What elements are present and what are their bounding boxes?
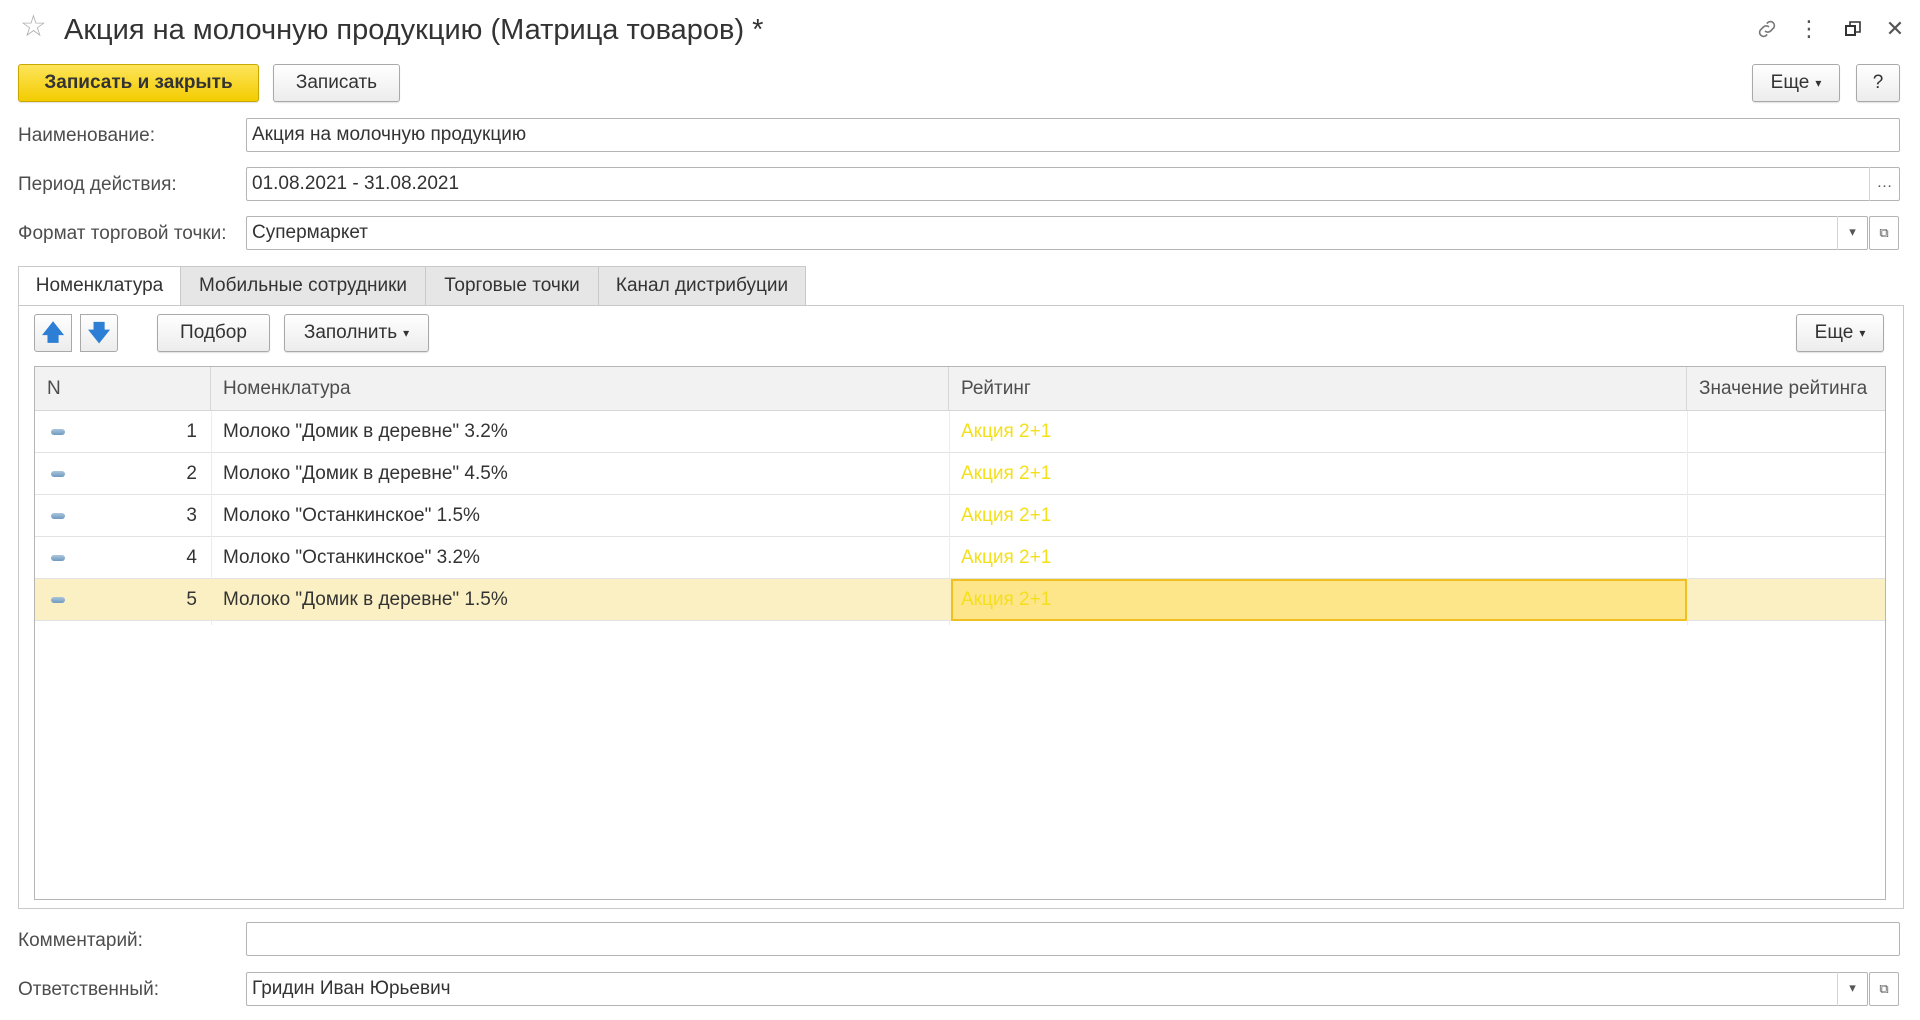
row-item-icon [51,471,65,477]
period-value: 01.08.2021 - 31.08.2021 [252,173,460,194]
table-row[interactable]: 2 Молоко "Домик в деревне" 4.5% Акция 2+… [35,453,1885,495]
name-field[interactable]: Акция на молочную продукцию [246,118,1900,152]
row-rating-value[interactable] [1699,537,1879,579]
pick-button[interactable]: Подбор [157,314,270,352]
name-label: Наименование: [18,125,155,146]
row-number: 4 [186,547,197,568]
more-vertical-icon[interactable]: ⋮ [1794,14,1824,44]
window-title: Акция на молочную продукцию (Матрица тов… [64,14,764,46]
fill-button[interactable]: Заполнить ▾ [284,314,429,352]
responsible-field[interactable]: Гридин Иван Юрьевич ▾ ⧉ [246,972,1899,1006]
open-external-icon[interactable]: ⧉ [1869,972,1899,1006]
column-divider [949,411,950,625]
row-number: 5 [186,589,197,610]
table-row[interactable]: 1 Молоко "Домик в деревне" 3.2% Акция 2+… [35,411,1885,453]
table-row[interactable]: 3 Молоко "Останкинское" 1.5% Акция 2+1 [35,495,1885,537]
row-rating-value[interactable] [1699,579,1879,621]
open-external-icon[interactable]: ⧉ [1869,216,1899,250]
column-header-rating[interactable]: Рейтинг [949,367,1687,411]
period-label: Период действия: [18,174,177,195]
row-item[interactable]: Молоко "Останкинское" 3.2% [223,537,943,579]
move-up-button[interactable]: 🡅 [34,314,72,352]
row-item[interactable]: Молоко "Домик в деревне" 3.2% [223,411,943,453]
column-header-n[interactable]: N [35,367,211,411]
row-item-icon [51,597,65,603]
link-icon[interactable] [1752,14,1782,44]
column-divider [211,411,212,625]
row-number: 2 [186,463,197,484]
chevron-down-icon: ▾ [403,326,410,340]
save-and-close-button[interactable]: Записать и закрыть [18,64,259,102]
row-rating-value[interactable] [1699,411,1879,453]
more-label: Еще [1770,72,1810,94]
format-value: Супермаркет [252,222,369,243]
row-item[interactable]: Молоко "Останкинское" 1.5% [223,495,943,537]
dropdown-arrow-icon[interactable]: ▾ [1837,216,1867,250]
tab-distribution-channel[interactable]: Канал дистрибуции [598,266,806,306]
row-rating-focused-cell[interactable]: Акция 2+1 [951,579,1687,621]
row-rating-value[interactable] [1699,495,1879,537]
table-more-button[interactable]: Еще ▾ [1796,314,1884,352]
table-row-selected[interactable]: 5 Молоко "Домик в деревне" 1.5% Акция 2+… [35,579,1885,621]
more-button[interactable]: Еще ▾ [1752,64,1840,102]
column-header-nomenclature[interactable]: Номенклатура [211,367,949,411]
row-rating-value[interactable] [1699,453,1879,495]
row-rating[interactable]: Акция 2+1 [961,453,1681,495]
row-rating[interactable]: Акция 2+1 [961,537,1681,579]
tab-outlets[interactable]: Торговые точки [425,266,599,306]
row-item-icon [51,555,65,561]
row-number: 1 [186,421,197,442]
help-button[interactable]: ? [1856,64,1900,102]
nomenclature-table[interactable]: N Номенклатура Рейтинг Значение рейтинга… [34,366,1886,900]
row-item[interactable]: Молоко "Домик в деревне" 1.5% [223,579,943,621]
responsible-value: Гридин Иван Юрьевич [252,978,451,999]
move-down-button[interactable]: 🡇 [80,314,118,352]
table-row[interactable]: 4 Молоко "Останкинское" 3.2% Акция 2+1 [35,537,1885,579]
ellipsis-select-icon[interactable]: … [1869,167,1899,201]
column-divider [1687,411,1688,625]
chevron-down-icon: ▾ [1859,326,1866,340]
row-rating[interactable]: Акция 2+1 [961,411,1681,453]
column-header-rating-value[interactable]: Значение рейтинга [1687,367,1885,411]
close-icon[interactable]: ✕ [1880,14,1910,44]
comment-label: Комментарий: [18,930,143,951]
arrow-up-icon: 🡅 [41,320,65,345]
favorite-star-icon[interactable]: ☆ [20,12,47,42]
title-bar: ☆ Акция на молочную продукцию (Матрица т… [0,0,1920,60]
restore-window-icon[interactable] [1838,14,1868,44]
dropdown-arrow-icon[interactable]: ▾ [1837,972,1867,1006]
row-item-icon [51,513,65,519]
chevron-down-icon: ▾ [1815,76,1822,90]
table-header: N Номенклатура Рейтинг Значение рейтинга [35,367,1885,411]
save-button[interactable]: Записать [273,64,400,102]
comment-field[interactable] [246,922,1900,956]
tab-mobile-employees[interactable]: Мобильные сотрудники [180,266,426,306]
format-label: Формат торговой точки: [18,223,227,244]
row-number: 3 [186,505,197,526]
table-more-label: Еще [1814,322,1854,344]
row-item[interactable]: Молоко "Домик в деревне" 4.5% [223,453,943,495]
period-field[interactable]: 01.08.2021 - 31.08.2021 … [246,167,1900,201]
fill-label: Заполнить [303,322,398,344]
responsible-label: Ответственный: [18,979,159,1000]
row-item-icon [51,429,65,435]
arrow-down-icon: 🡇 [87,320,111,345]
tab-nomenclature[interactable]: Номенклатура [18,266,181,307]
row-rating[interactable]: Акция 2+1 [961,495,1681,537]
format-field[interactable]: Супермаркет ▾ ⧉ [246,216,1899,250]
